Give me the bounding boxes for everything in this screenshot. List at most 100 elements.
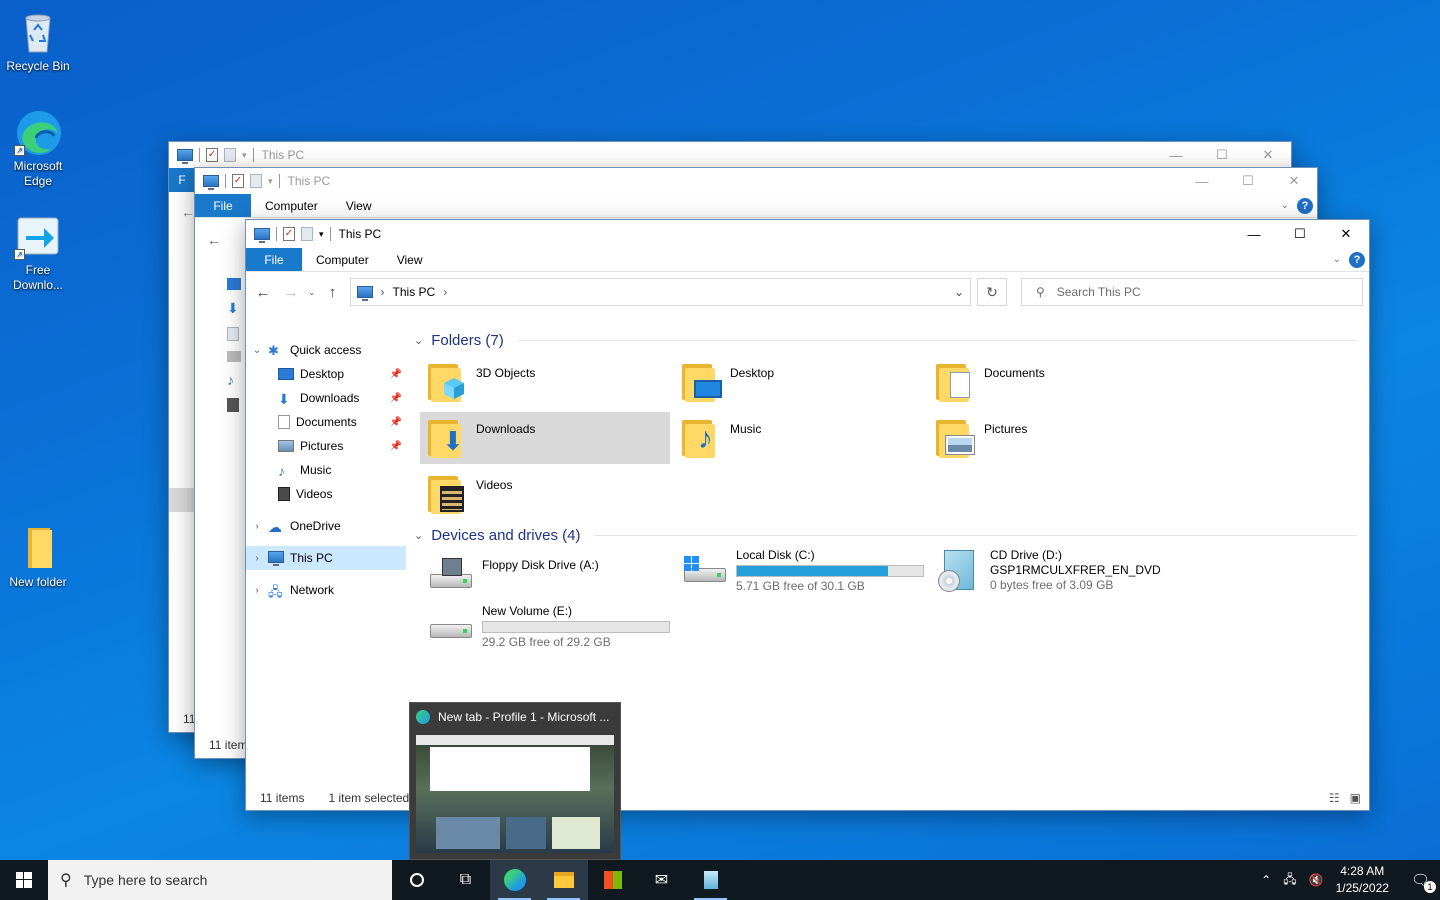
recent-locations-icon[interactable]: ⌄	[308, 287, 316, 298]
desktop-icon-recycle-bin[interactable]: Recycle Bin	[0, 8, 76, 74]
drive-new-volume-e[interactable]: New Volume (E:) 29.2 GB free of 29.2 GB	[420, 600, 670, 656]
maximize-button[interactable]: ☐	[1199, 142, 1245, 168]
back-arrow-icon[interactable]: ←	[252, 284, 274, 301]
taskbar-store[interactable]	[588, 860, 637, 900]
properties-icon[interactable]: ✓	[283, 227, 295, 241]
taskbar-app[interactable]	[686, 860, 735, 900]
breadcrumb-chevron-icon[interactable]: ›	[443, 285, 447, 299]
title-bar[interactable]: ✓ ▾ This PC — ☐ ✕	[246, 220, 1369, 248]
tab-file[interactable]: File	[246, 248, 302, 271]
minimize-button[interactable]: —	[1179, 168, 1225, 194]
drive-cd-d[interactable]: CD Drive (D:) GSP1RMCULXFRER_EN_DVD 0 by…	[928, 544, 1178, 600]
folder-pictures[interactable]: Pictures	[928, 412, 1178, 464]
show-hidden-icons-chevron-icon[interactable]: ⌃	[1261, 873, 1271, 887]
drive-floppy-a[interactable]: Floppy Disk Drive (A:)	[420, 550, 670, 606]
maximize-button[interactable]: ☐	[1225, 168, 1271, 194]
nav-item-music[interactable]: ♪ Music	[246, 458, 406, 482]
expand-chevron-icon[interactable]: ›	[246, 585, 268, 596]
drive-name: Floppy Disk Drive (A:)	[482, 558, 599, 572]
search-input[interactable]: ⚲ Search This PC	[1021, 278, 1363, 306]
expand-chevron-icon[interactable]: ›	[246, 521, 268, 532]
file-tab[interactable]: F	[169, 168, 195, 192]
cortana-circle-icon	[409, 873, 424, 887]
taskbar-thumbnail-preview[interactable]: New tab - Profile 1 - Microsoft ...	[409, 702, 621, 860]
folder-3d-objects[interactable]: 3D Objects	[420, 356, 670, 408]
volume-muted-icon[interactable]: 🔇	[1309, 873, 1324, 887]
tab-file[interactable]: File	[195, 194, 251, 217]
expand-ribbon-icon[interactable]: ⌄	[1333, 254, 1341, 265]
refresh-button[interactable]: ↻	[977, 278, 1007, 306]
minimize-button[interactable]: —	[1231, 220, 1277, 248]
large-icons-view-icon[interactable]: ▣	[1350, 791, 1361, 805]
nav-item-onedrive[interactable]: › ☁ OneDrive	[246, 514, 406, 538]
folder-music[interactable]: ♪ Music	[674, 412, 924, 464]
folder-downloads[interactable]: ⬇ Downloads	[420, 412, 670, 464]
new-folder-icon[interactable]	[224, 148, 236, 162]
expand-chevron-icon[interactable]: ⌄	[246, 345, 268, 356]
chevron-down-icon[interactable]: ▾	[242, 150, 247, 161]
breadcrumb[interactable]: This PC	[393, 285, 436, 299]
nav-item-documents[interactable]: Documents 📌	[246, 410, 406, 434]
forward-arrow-icon[interactable]: →	[280, 284, 302, 301]
drive-local-c[interactable]: Local Disk (C:) 5.71 GB free of 30.1 GB	[674, 544, 924, 600]
tab-computer[interactable]: Computer	[251, 194, 332, 217]
network-icon[interactable]: 🖧	[1283, 870, 1296, 891]
nav-item-desktop[interactable]: Desktop 📌	[246, 362, 406, 386]
new-folder-icon[interactable]	[301, 227, 313, 241]
pin-icon[interactable]: 📌	[390, 441, 402, 452]
pin-icon[interactable]: 📌	[390, 393, 402, 404]
start-button[interactable]	[0, 860, 48, 900]
hard-drive-icon	[428, 604, 474, 650]
nav-item-videos[interactable]: Videos	[246, 482, 406, 506]
pin-icon[interactable]: 📌	[390, 417, 402, 428]
maximize-button[interactable]: ☐	[1277, 220, 1323, 248]
address-dropdown-icon[interactable]: ⌄	[954, 285, 964, 299]
properties-icon[interactable]: ✓	[232, 174, 244, 188]
title-bar[interactable]: ✓ ▾ This PC — ☐ ✕	[195, 168, 1317, 194]
title-bar[interactable]: ✓ ▾ This PC — ☐ ✕	[169, 142, 1291, 168]
details-view-icon[interactable]: ☷	[1329, 791, 1340, 805]
notification-center-button[interactable]: 🗨 1	[1411, 871, 1436, 893]
tab-view[interactable]: View	[332, 194, 386, 217]
folder-videos[interactable]: Videos	[420, 468, 670, 520]
properties-icon[interactable]: ✓	[206, 148, 218, 162]
new-folder-icon[interactable]	[250, 174, 262, 188]
close-button[interactable]: ✕	[1323, 220, 1369, 248]
nav-item-network[interactable]: › 🖧 Network	[246, 578, 406, 602]
chevron-down-icon[interactable]: ▾	[268, 176, 273, 187]
task-view-button[interactable]: ⧉	[441, 860, 490, 900]
help-icon[interactable]: ?	[1349, 251, 1365, 268]
taskbar-file-explorer[interactable]	[539, 860, 588, 900]
close-button[interactable]: ✕	[1271, 168, 1317, 194]
help-icon[interactable]: ?	[1297, 197, 1313, 214]
folders-group-header[interactable]: ⌄ Folders (7)	[412, 328, 1369, 352]
chevron-down-icon[interactable]: ⌄	[1281, 200, 1289, 211]
close-button[interactable]: ✕	[1245, 142, 1291, 168]
desktop-icon-new-folder[interactable]: New folder	[0, 524, 76, 590]
back-arrow-icon[interactable]: ←	[181, 204, 195, 220]
desktop-icon-free-download[interactable]: ↗ Free Downlo...	[0, 212, 76, 293]
address-bar[interactable]: › This PC › ⌄	[349, 278, 971, 306]
tab-view[interactable]: View	[383, 248, 437, 271]
taskbar-search-input[interactable]: ⚲ Type here to search	[48, 860, 392, 900]
cortana-button[interactable]	[392, 860, 441, 900]
nav-item-label: Documents	[296, 415, 357, 429]
tab-computer[interactable]: Computer	[302, 248, 383, 271]
nav-item-quick-access[interactable]: ⌄ ✱ Quick access	[246, 338, 406, 362]
nav-item-pictures[interactable]: Pictures 📌	[246, 434, 406, 458]
minimize-button[interactable]: —	[1153, 142, 1199, 168]
nav-item-this-pc[interactable]: › This PC	[246, 546, 406, 570]
clock[interactable]: 4:28 AM 1/25/2022	[1336, 863, 1389, 897]
back-arrow-icon[interactable]: ←	[207, 232, 221, 248]
taskbar-edge[interactable]	[490, 860, 539, 900]
drive-volume-label: GSP1RMCULXFRER_EN_DVD	[990, 563, 1161, 577]
expand-chevron-icon[interactable]: ›	[246, 553, 268, 564]
folder-desktop[interactable]: Desktop	[674, 356, 924, 408]
pin-icon[interactable]: 📌	[390, 369, 402, 380]
chevron-down-icon[interactable]: ▾	[319, 229, 324, 240]
taskbar-mail[interactable]: ✉	[637, 860, 686, 900]
up-arrow-icon[interactable]: ↑	[322, 284, 344, 301]
nav-item-downloads[interactable]: ⬇ Downloads 📌	[246, 386, 406, 410]
desktop-icon-edge[interactable]: ↗ Microsoft Edge	[0, 108, 76, 189]
folder-documents[interactable]: Documents	[928, 356, 1178, 408]
